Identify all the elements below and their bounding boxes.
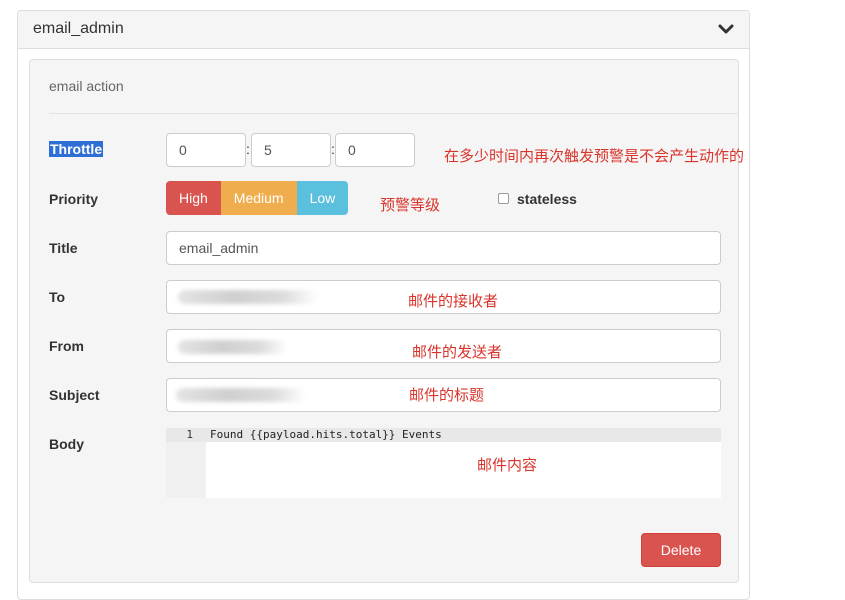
stateless-label: stateless bbox=[517, 191, 577, 207]
priority-medium-button[interactable]: Medium bbox=[220, 181, 297, 215]
priority-low-button[interactable]: Low bbox=[296, 181, 349, 215]
redacted-value bbox=[178, 290, 318, 304]
panel-title: email_admin bbox=[33, 20, 124, 37]
code-line[interactable]: Found {{payload.hits.total}} Events bbox=[210, 428, 442, 442]
priority-annotation: 预警等级 bbox=[380, 197, 441, 214]
priority-label: Priority bbox=[49, 191, 99, 207]
title-label: Title bbox=[49, 240, 78, 256]
priority-high-button[interactable]: High bbox=[166, 181, 221, 215]
subject-annotation: 邮件的标题 bbox=[409, 387, 485, 404]
line-number: 1 bbox=[186, 428, 193, 441]
title-input[interactable]: email_admin bbox=[166, 231, 721, 265]
subject-label: Subject bbox=[49, 387, 100, 403]
throttle-label: Throttle bbox=[49, 141, 104, 157]
email-action-section: email action Throttle 0 : 5 : 0 在多少时间内再次… bbox=[29, 59, 744, 583]
section-title: email action bbox=[49, 78, 124, 94]
delete-button[interactable]: Delete bbox=[641, 533, 721, 567]
panel-heading[interactable]: email_admin bbox=[18, 11, 749, 49]
body-code-editor[interactable]: 1 Found {{payload.hits.total}} Events bbox=[166, 428, 721, 498]
divider bbox=[49, 113, 738, 114]
stateless-checkbox[interactable] bbox=[498, 193, 509, 204]
priority-button-group: High Medium Low bbox=[166, 181, 349, 215]
redacted-value bbox=[176, 388, 306, 402]
throttle-seconds-input[interactable]: 0 bbox=[335, 133, 415, 167]
action-panel: email_admin email action Throttle 0 : 5 … bbox=[17, 10, 750, 600]
redacted-value bbox=[178, 340, 288, 354]
throttle-label-text: Throttle bbox=[49, 141, 104, 157]
body-label: Body bbox=[49, 436, 84, 452]
throttle-hours-input[interactable]: 0 bbox=[166, 133, 246, 167]
from-annotation: 邮件的发送者 bbox=[412, 344, 503, 361]
from-label: From bbox=[49, 338, 84, 354]
throttle-annotation: 在多少时间内再次触发预警是不会产生动作的 bbox=[444, 148, 745, 165]
to-annotation: 邮件的接收者 bbox=[408, 293, 499, 310]
body-annotation: 邮件内容 bbox=[477, 457, 538, 474]
chevron-down-icon[interactable] bbox=[717, 20, 735, 38]
throttle-minutes-input[interactable]: 5 bbox=[251, 133, 331, 167]
time-separator: : bbox=[246, 141, 250, 157]
to-label: To bbox=[49, 289, 66, 305]
